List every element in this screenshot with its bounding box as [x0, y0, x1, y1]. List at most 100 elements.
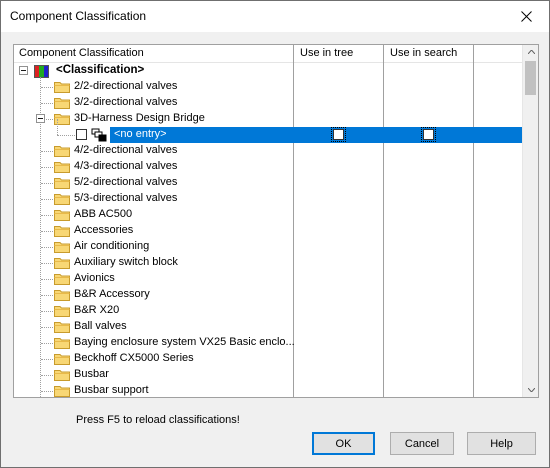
tree-item-label: Accessories	[74, 224, 134, 236]
chevron-down-icon	[527, 388, 535, 392]
tree-item-row[interactable]: 3/2-directional valves	[14, 95, 524, 111]
tree-item-row-selected[interactable]: <no entry>	[14, 119, 524, 143]
tree-item-row[interactable]: 4/3-directional valves	[14, 159, 524, 175]
folder-icon	[54, 274, 70, 285]
tree-guide-line	[41, 327, 53, 328]
ok-button[interactable]: OK	[312, 432, 375, 455]
tree-item-row[interactable]: 3D-Harness Design Bridge	[14, 111, 524, 127]
scroll-down-button[interactable]	[523, 383, 538, 397]
tree-guide-line	[57, 135, 75, 136]
tree-guide-line	[41, 343, 53, 344]
folder-icon	[54, 306, 70, 317]
folder-icon	[54, 290, 70, 301]
selected-item-label: <no entry>	[114, 128, 167, 140]
folder-icon	[54, 258, 70, 269]
status-text: Press F5 to reload classifications!	[76, 414, 240, 426]
folder-icon	[54, 98, 70, 109]
tree-item-row[interactable]: Ball valves	[14, 319, 524, 335]
cancel-button[interactable]: Cancel	[390, 432, 454, 455]
scroll-up-button[interactable]	[523, 45, 538, 59]
tree-guide-line	[41, 391, 53, 392]
tree-item-row[interactable]: Busbar support	[14, 383, 524, 397]
tree-item-row[interactable]: Baying enclosure system VX25 Basic enclo…	[14, 335, 524, 351]
scroll-thumb[interactable]	[525, 61, 536, 95]
folder-icon	[54, 354, 70, 365]
classification-tree[interactable]: Component Classification Use in tree Use…	[13, 44, 539, 398]
chevron-up-icon	[527, 50, 535, 54]
column-header-use-in-search[interactable]: Use in search	[390, 47, 457, 59]
tree-item-label: Auxiliary switch block	[74, 256, 178, 268]
tree-header: Component Classification Use in tree Use…	[14, 45, 524, 63]
tree-guide-line	[41, 167, 53, 168]
tree-item-label: Air conditioning	[74, 240, 150, 252]
folder-icon	[54, 146, 70, 157]
folder-icon	[54, 370, 70, 381]
tree-guide-line	[41, 183, 53, 184]
tree-guide-line	[41, 215, 53, 216]
component-icon	[91, 128, 107, 142]
tree-item-label: B&R Accessory	[74, 288, 150, 300]
collapse-toggle[interactable]	[19, 66, 28, 75]
tree-item-label: B&R X20	[74, 304, 120, 316]
tree-item-label: Ball valves	[74, 320, 127, 332]
tree-guide-line	[57, 119, 58, 135]
title-bar: Component Classification	[1, 1, 549, 32]
folder-icon	[54, 162, 70, 173]
tree-item-row[interactable]: 2/2-directional valves	[14, 79, 524, 95]
tree-guide-line	[41, 263, 53, 264]
tree-item-label: ABB AC500	[74, 208, 133, 220]
tree-item-label: 5/3-directional valves	[74, 192, 178, 204]
tree-item-row[interactable]: Air conditioning	[14, 239, 524, 255]
tree-item-label: 3D-Harness Design Bridge	[74, 112, 205, 124]
collapse-toggle[interactable]	[36, 114, 45, 123]
tree-guide-line	[41, 103, 53, 104]
tree-root-label: <Classification>	[56, 64, 145, 76]
tree-item-row[interactable]: 5/2-directional valves	[14, 175, 524, 191]
tree-item-label: Baying enclosure system VX25 Basic enclo…	[74, 336, 295, 348]
folder-icon	[54, 210, 70, 221]
column-header-classification[interactable]: Component Classification	[19, 47, 144, 59]
focus-rect	[421, 127, 436, 142]
tree-item-row[interactable]: Auxiliary switch block	[14, 255, 524, 271]
tree-guide-line	[41, 279, 53, 280]
tree-item-row[interactable]: Avionics	[14, 271, 524, 287]
tree-item-row[interactable]: Beckhoff CX5000 Series	[14, 351, 524, 367]
tree-item-label: 4/2-directional valves	[74, 144, 178, 156]
close-button[interactable]	[503, 1, 549, 32]
tree-item-row[interactable]: 4/2-directional valves	[14, 143, 524, 159]
tree-item-label: Busbar	[74, 368, 109, 380]
window-title: Component Classification	[10, 9, 147, 23]
tree-item-row[interactable]: ABB AC500	[14, 207, 524, 223]
tree-guide-line	[41, 375, 53, 376]
tree-item-row[interactable]: Accessories	[14, 223, 524, 239]
tree-item-label: 4/3-directional valves	[74, 160, 178, 172]
folder-icon	[54, 242, 70, 253]
tree-guide-line	[41, 231, 53, 232]
vertical-scrollbar[interactable]	[522, 45, 538, 397]
component-classification-dialog: Component Classification Component Class…	[0, 0, 550, 468]
tree-item-row[interactable]: B&R X20	[14, 303, 524, 319]
tree-guide-line	[41, 247, 53, 248]
tree-item-label: 5/2-directional valves	[74, 176, 178, 188]
folder-icon	[54, 194, 70, 205]
tree-item-row[interactable]: Busbar	[14, 367, 524, 383]
help-button[interactable]: Help	[467, 432, 536, 455]
tree-item-row[interactable]: B&R Accessory	[14, 287, 524, 303]
selection-highlight	[110, 127, 524, 143]
tree-guide-line	[41, 151, 53, 152]
column-header-use-in-tree[interactable]: Use in tree	[300, 47, 353, 59]
tree-root-row[interactable]: <Classification>	[14, 63, 524, 79]
folder-icon	[54, 82, 70, 93]
focus-rect	[331, 127, 346, 142]
classification-root-icon	[34, 65, 49, 78]
folder-icon	[54, 226, 70, 237]
tree-guide-line	[41, 295, 53, 296]
tree-item-row[interactable]: 5/3-directional valves	[14, 191, 524, 207]
tree-guide-line	[41, 359, 53, 360]
tree-item-label: Avionics	[74, 272, 115, 284]
tree-item-label: 3/2-directional valves	[74, 96, 178, 108]
item-checkbox[interactable]	[76, 129, 87, 140]
tree-item-label: 2/2-directional valves	[74, 80, 178, 92]
folder-icon	[54, 322, 70, 333]
tree-item-label: Beckhoff CX5000 Series	[74, 352, 194, 364]
